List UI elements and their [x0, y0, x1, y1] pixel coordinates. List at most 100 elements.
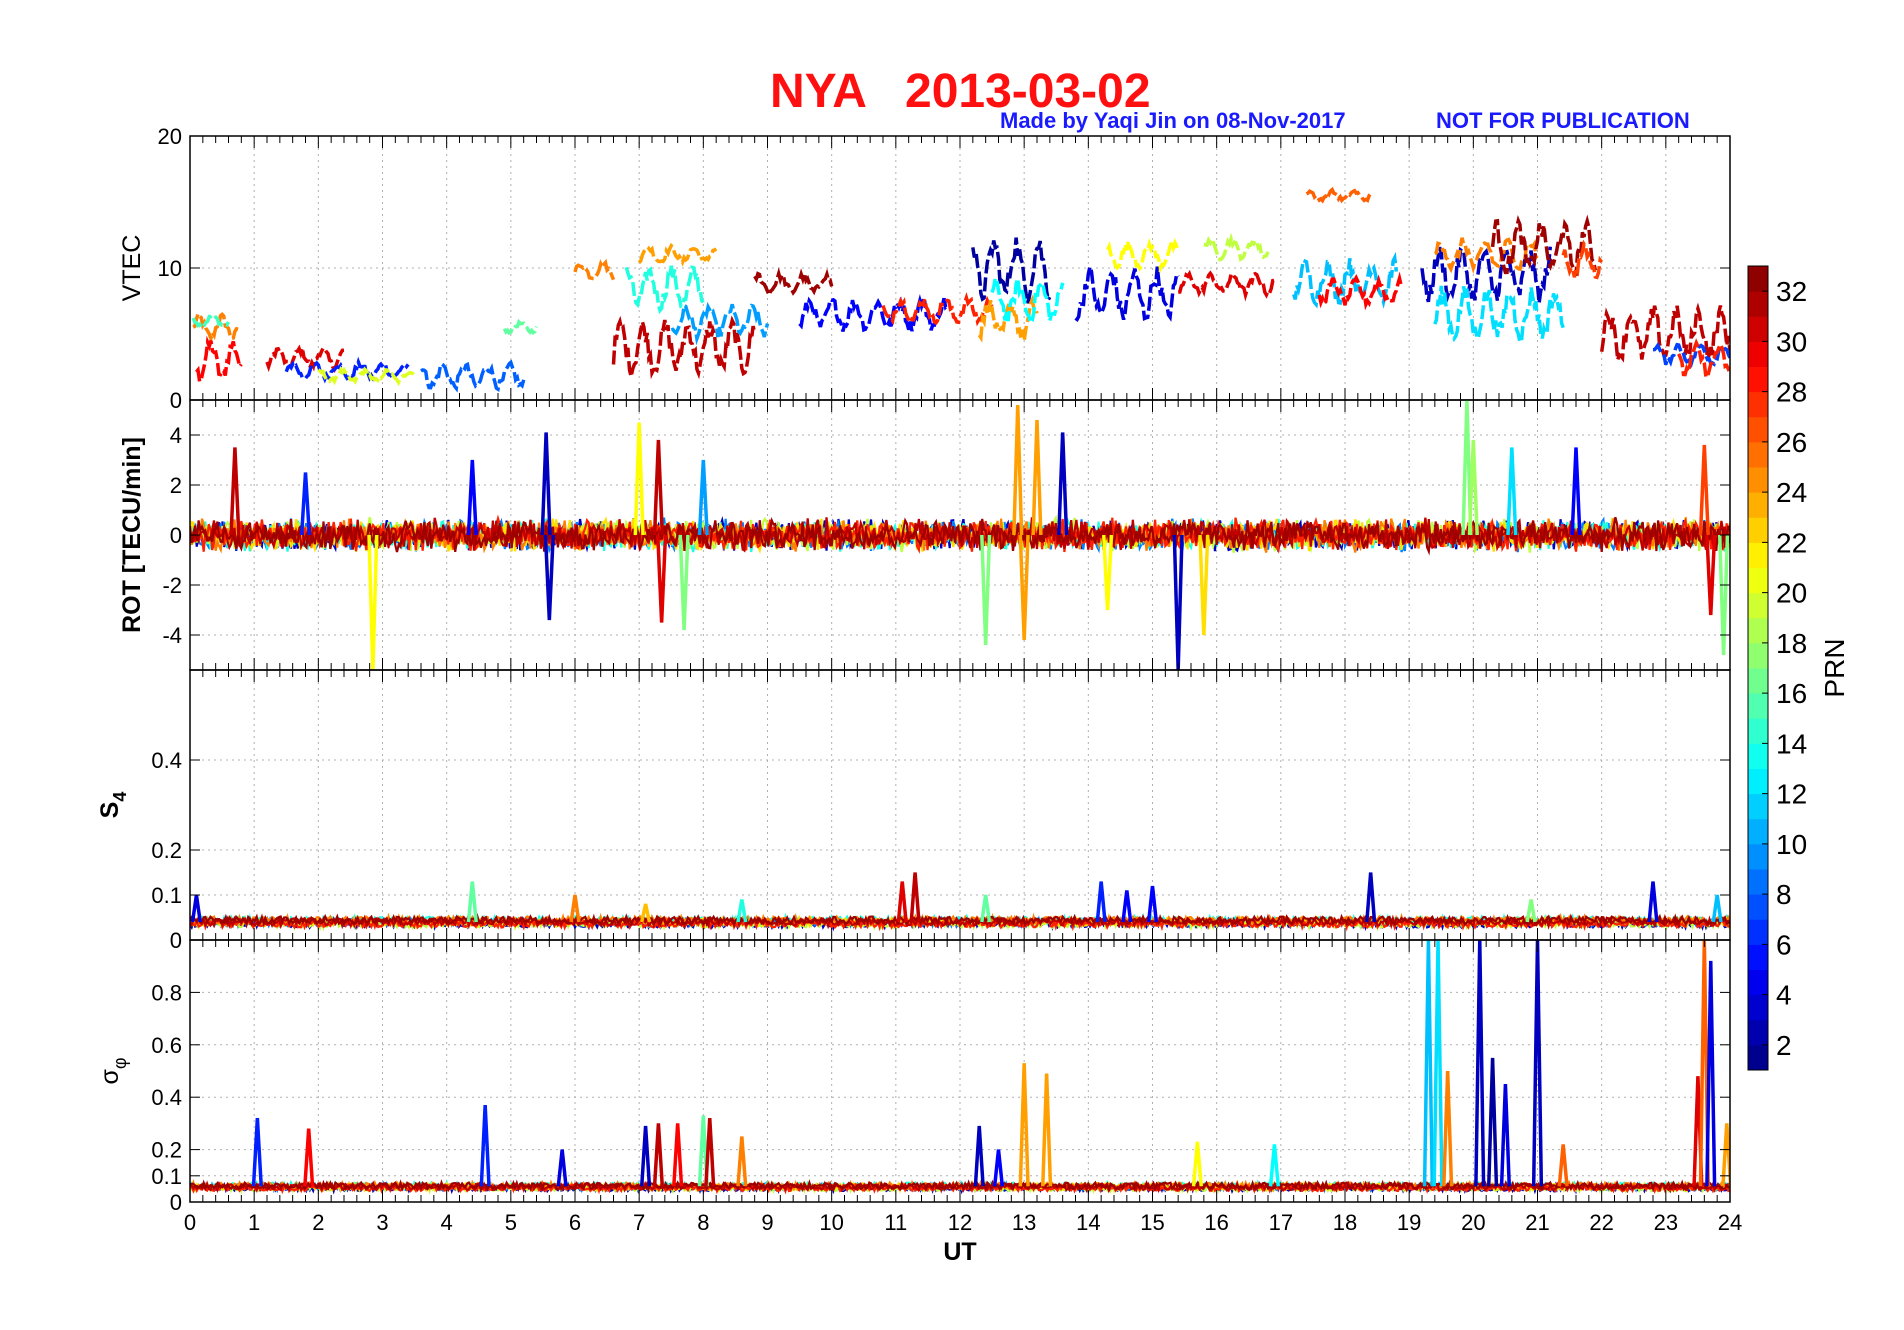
plot-area-vtec [191, 186, 1730, 393]
vtec-trace-prn25 [573, 258, 616, 281]
panel-sigma_phi: 00.10.2 0.4 0.6 0.8 [151, 939, 1731, 1215]
ylabel-vtec: VTEC [118, 235, 146, 302]
colorbar-swatch [1748, 818, 1768, 845]
spike-rot-17 [1198, 534, 1210, 636]
colorbar-swatch [1748, 416, 1768, 443]
x-tick-label: 10 [819, 1210, 843, 1235]
spike-rot-3 [466, 459, 478, 536]
colorbar-swatch [1748, 1019, 1768, 1046]
y-tick-label: 0.4 [151, 748, 182, 773]
vtec-trace-prn32 [1490, 214, 1598, 277]
y-tick-label: 0.2 [151, 838, 182, 863]
spike-rot-15 [980, 534, 992, 646]
x-tick-label: 1 [248, 1210, 260, 1235]
spike-sigma_phi-26 [1705, 960, 1717, 1187]
y-tick-label: 0.1 [151, 883, 182, 908]
y-tick-label: 0.1 [151, 1164, 182, 1189]
colorbar-tick-label: 10 [1776, 829, 1807, 860]
colorbar-swatch [1748, 617, 1768, 644]
colorbar-swatch [1748, 441, 1768, 468]
spike-rot-18 [1101, 534, 1114, 611]
y-tick-label: 2 [170, 473, 182, 498]
y-tick-label: 0.2 [151, 1138, 182, 1163]
spike-sigma_phi-16 [1422, 940, 1435, 1187]
spike-sigma_phi-1 [303, 1128, 315, 1187]
x-tick-label: 16 [1204, 1210, 1228, 1235]
vtec-trace-prn26 [1305, 186, 1373, 204]
y-tick-label: 0.4 [151, 1085, 182, 1110]
x-tick-label: 5 [505, 1210, 517, 1235]
colorbar-tick-label: 4 [1776, 980, 1792, 1011]
vtec-trace-prn30 [265, 344, 345, 373]
colorbar-swatch [1748, 542, 1768, 568]
spike-rot-24 [1717, 534, 1730, 656]
y-tick-label: -4 [162, 623, 182, 648]
colorbar-swatch [1748, 944, 1768, 970]
colorbar-tick-label: 18 [1776, 628, 1807, 659]
spike-sigma_phi-21 [1499, 1084, 1512, 1187]
vtec-trace-prn29 [195, 335, 243, 386]
spike-rot-13 [1031, 419, 1043, 536]
panel-vtec: 0 10 20 [158, 124, 1731, 413]
spike-rot-21 [1506, 447, 1518, 536]
spike-sigma_phi-23 [1557, 1144, 1569, 1187]
spike-sigma_phi-4 [639, 1125, 652, 1187]
spike-sigma_phi-13 [1041, 1073, 1053, 1187]
spike-s4-11 [1365, 872, 1377, 923]
colorbar-swatch [1748, 567, 1768, 594]
x-tick-label: 0 [184, 1210, 196, 1235]
x-tick-label: 6 [569, 1210, 581, 1235]
vtec-trace-prn6 [284, 356, 410, 384]
x-tick-label: 8 [697, 1210, 709, 1235]
y-tick-label: 4 [170, 423, 182, 448]
x-tick-label: 18 [1333, 1210, 1357, 1235]
colorbar-swatch [1748, 341, 1768, 367]
x-tick-label: 4 [441, 1210, 453, 1235]
colorbar-swatch [1748, 391, 1768, 418]
spike-sigma_phi-3 [556, 1149, 568, 1187]
vtec-trace-prn32 [753, 267, 834, 300]
spike-sigma_phi-18 [1442, 1070, 1454, 1187]
spike-sigma_phi-9 [736, 1136, 748, 1187]
x-tick-label: 24 [1718, 1210, 1742, 1235]
x-tick-label: 23 [1654, 1210, 1678, 1235]
colorbar-swatch [1748, 467, 1768, 493]
colorbar-swatch [1748, 266, 1768, 292]
y-tick-label: 0 [170, 928, 182, 953]
colorbar-swatch [1748, 894, 1768, 920]
y-tick-label: 10 [158, 256, 182, 281]
colorbar-swatch [1748, 768, 1768, 795]
figure-svg: 01020-4-202400.10.20.400.10.20.40.60.8VT… [96, 124, 1850, 1266]
colorbar-swatch [1748, 743, 1768, 769]
spike-rot-11 [1012, 404, 1024, 536]
colorbar-swatch [1748, 366, 1768, 393]
spike-rot-8 [656, 534, 668, 623]
spike-sigma_phi-8 [704, 1118, 716, 1187]
colorbar-label: PRN [1819, 638, 1850, 697]
spike-sigma_phi-12 [1018, 1063, 1030, 1187]
y-tick-label: 0 [170, 523, 182, 548]
xlabel-ut: UT [943, 1238, 976, 1266]
panel-rot: -4 -2 0 2 4 [162, 399, 1731, 671]
ylabel-rot: ROT [TECU/min] [118, 437, 146, 633]
vtec-trace-prn14 [624, 265, 705, 315]
colorbar-swatch [1748, 919, 1768, 945]
colorbar-swatch [1748, 642, 1768, 669]
colorbar-tick-label: 16 [1776, 678, 1807, 709]
y-tick-label: 0.6 [151, 1033, 182, 1058]
vtec-trace-prn24 [637, 242, 718, 267]
spike-rot-2 [367, 534, 379, 670]
ylabel-s4: S4 [96, 792, 130, 819]
spike-sigma_phi-11 [992, 1149, 1005, 1187]
x-tick-label: 2 [312, 1210, 324, 1235]
ylabel-sigma-phi: σφ [96, 1057, 130, 1084]
x-tick-label: 11 [884, 1210, 907, 1235]
vtec-trace-prn16 [502, 318, 539, 336]
colorbar-swatch [1748, 718, 1768, 744]
x-tick-label: 15 [1140, 1210, 1164, 1235]
spike-sigma_phi-14 [1191, 1141, 1204, 1187]
spike-sigma_phi-15 [1268, 1144, 1281, 1187]
y-tick-label: 0.8 [151, 980, 182, 1005]
colorbar-swatch [1748, 994, 1768, 1021]
vtec-trace-prn4 [1074, 260, 1180, 323]
